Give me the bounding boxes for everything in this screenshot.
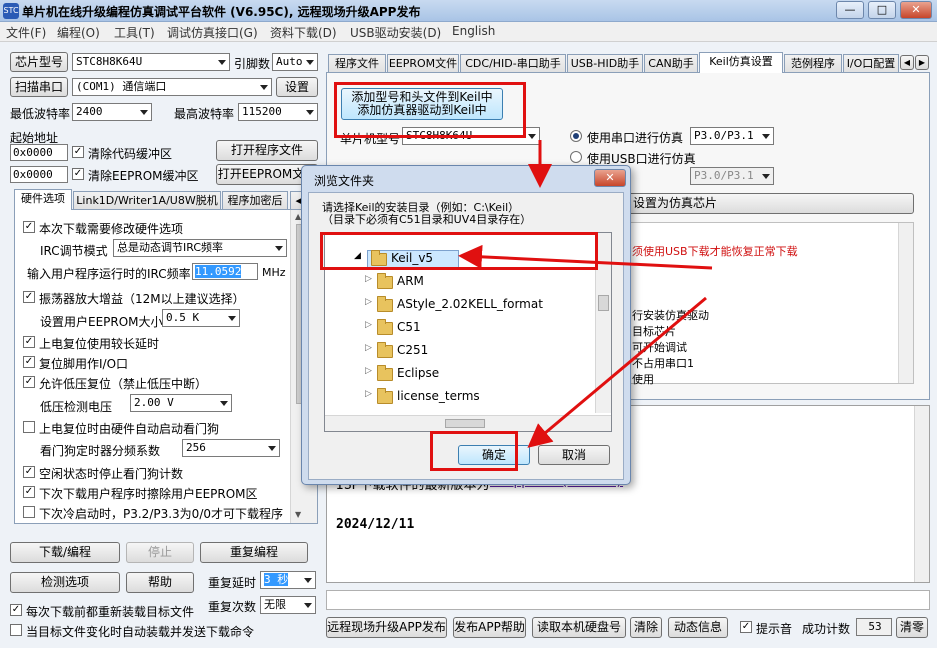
tab-hardware-options[interactable]: 硬件选项 <box>14 189 72 210</box>
arrow-to-ok-button <box>527 296 707 448</box>
annotation-arrows <box>458 140 713 448</box>
arrow-to-keil-folder <box>458 244 713 270</box>
tab-keil-simulation[interactable]: Keil仿真设置 <box>699 52 783 73</box>
